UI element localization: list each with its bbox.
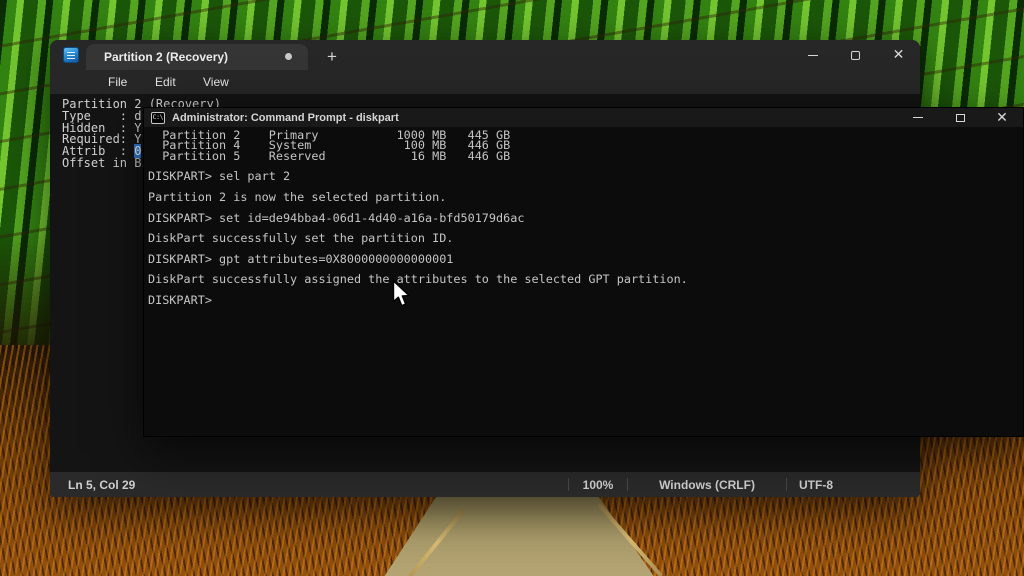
plus-icon: + (327, 47, 337, 67)
encoding[interactable]: UTF-8 (787, 472, 845, 497)
notepad-menubar: File Edit View ⚙ (50, 70, 920, 94)
menu-file[interactable]: File (108, 70, 127, 94)
cmd-window: C:\ Administrator: Command Prompt - disk… (143, 107, 1024, 437)
close-button[interactable]: ✕ (877, 40, 920, 70)
maximize-icon (956, 114, 965, 122)
mouse-cursor (392, 280, 412, 314)
line-ending[interactable]: Windows (CRLF) (628, 472, 786, 497)
cursor-position: Ln 5, Col 29 (68, 472, 135, 497)
notepad-app-icon (63, 47, 79, 63)
notepad-statusbar: Ln 5, Col 29 100% Windows (CRLF) UTF-8 (50, 472, 920, 497)
close-icon: ✕ (893, 48, 905, 62)
notepad-titlebar[interactable]: Partition 2 (Recovery) + ✕ (50, 40, 920, 70)
maximize-icon (851, 51, 860, 60)
cmd-minimize-button[interactable] (897, 108, 939, 127)
cmd-app-icon: C:\ (151, 112, 165, 124)
tab-title: Partition 2 (Recovery) (104, 50, 228, 64)
minimize-button[interactable] (791, 40, 834, 70)
menu-edit[interactable]: Edit (155, 70, 176, 94)
unsaved-dot-icon (285, 53, 292, 60)
cmd-titlebar[interactable]: C:\ Administrator: Command Prompt - disk… (144, 108, 1023, 127)
minimize-icon (913, 117, 923, 118)
menu-view[interactable]: View (203, 70, 229, 94)
maximize-button[interactable] (834, 40, 877, 70)
close-icon: ✕ (996, 111, 1008, 125)
zoom-level[interactable]: 100% (569, 472, 627, 497)
minimize-icon (808, 55, 818, 56)
notepad-tab[interactable]: Partition 2 (Recovery) (86, 44, 308, 70)
terminal[interactable]: Partition 2 Primary 1000 MB 445 GB Parti… (144, 127, 1023, 438)
new-tab-button[interactable]: + (318, 44, 346, 70)
cmd-maximize-button[interactable] (939, 108, 981, 127)
cmd-window-title: Administrator: Command Prompt - diskpart (172, 112, 399, 124)
cmd-close-button[interactable]: ✕ (981, 108, 1023, 127)
terminal-output: Partition 2 Primary 1000 MB 445 GB Parti… (148, 130, 1023, 305)
